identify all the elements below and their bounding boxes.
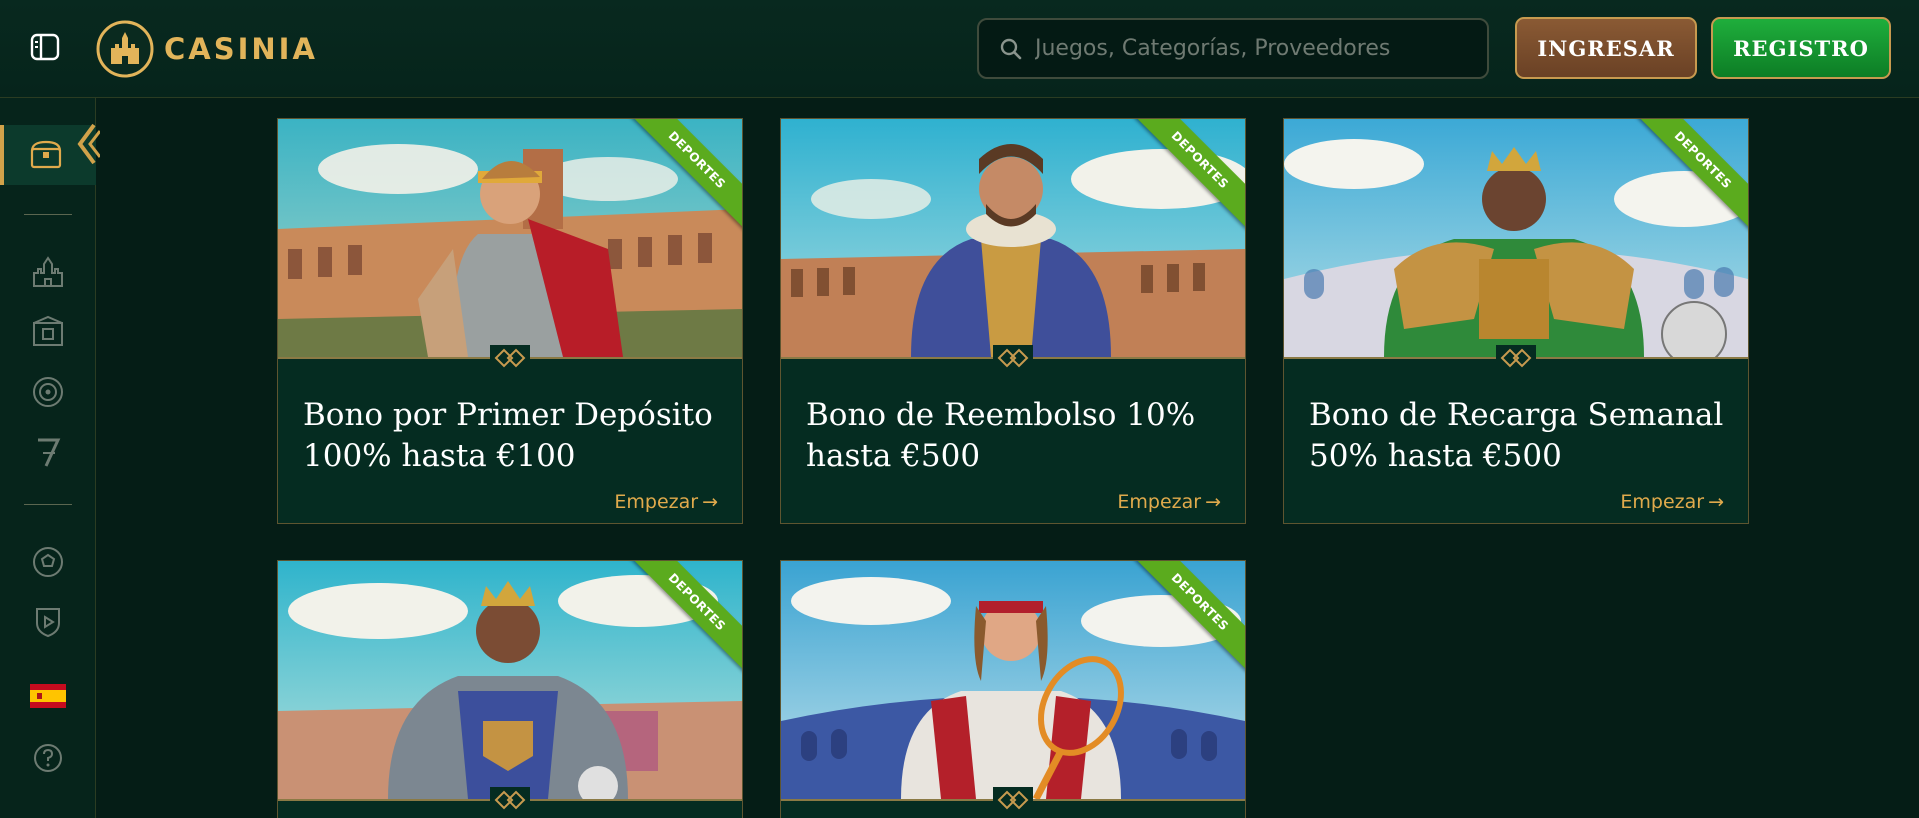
sidebar-item-roulette[interactable] [28,372,68,412]
start-link-label: Empezar [1117,491,1202,513]
sidebar-item-virtual-sports[interactable] [28,602,68,642]
shield-play-icon [36,608,60,638]
start-link[interactable]: Empezar → [1117,491,1221,513]
seven-icon [38,438,61,467]
promo-card[interactable]: DEPORTES [277,560,743,818]
start-link-label: Empezar [614,491,699,513]
brand-logo[interactable]: CASINIA [96,20,318,78]
promo-title: Bono por Primer Depósito 100% hasta €100 [303,397,713,474]
diamond-ornament-icon [993,787,1033,813]
search-icon [1000,38,1022,59]
sidebar-item-help[interactable] [28,738,68,778]
diamond-ornament-icon [1496,345,1536,371]
castle-icon [33,256,63,287]
top-header: CASINIA INGRESAR REGISTRO [0,0,1919,98]
register-button[interactable]: REGISTRO [1711,17,1891,79]
sidebar-item-language[interactable] [28,676,68,716]
collapse-sidebar-icon[interactable] [74,121,100,167]
question-icon [34,744,62,772]
diamond-ornament-icon [490,345,530,371]
promo-title: Bono de Recarga Semanal 50% hasta €500 [1309,397,1724,474]
arrow-right-icon: → [1708,491,1724,513]
sidebar-toggle-icon[interactable] [30,32,60,62]
login-button[interactable]: INGRESAR [1515,17,1697,79]
treasure-chest-icon [30,140,62,169]
start-link-label: Empezar [1620,491,1705,513]
sidebar [0,98,100,818]
sidebar-item-sports[interactable] [28,542,68,582]
promo-card[interactable]: DEPORTES [780,560,1246,818]
promo-card[interactable]: DEPORTES Bono de Reembolso 10% hasta €50… [780,118,1246,524]
promo-card[interactable]: DEPORTES Bono por Primer Depósito 100% h… [277,118,743,524]
sidebar-divider [24,214,72,215]
promo-title: Bono de Reembolso 10% hasta €500 [806,397,1196,474]
brand-name: CASINIA [164,32,318,66]
start-link[interactable]: Empezar → [1620,491,1724,513]
roulette-icon [33,377,63,407]
arrow-right-icon: → [1205,491,1221,513]
castle-logo-icon [96,20,154,78]
search-input[interactable] [1035,36,1475,61]
diamond-ornament-icon [993,345,1033,371]
diamond-ornament-icon [490,787,530,813]
sidebar-item-casino[interactable] [28,252,68,292]
soccer-ball-icon [33,547,63,577]
start-link[interactable]: Empezar → [614,491,718,513]
sidebar-divider [24,504,72,505]
sidebar-item-slots[interactable] [28,432,68,472]
search-box[interactable] [977,18,1489,79]
arrow-right-icon: → [702,491,718,513]
promo-card[interactable]: DEPORTES Bono de Recarga Semanal 50% has… [1283,118,1749,524]
theater-icon [33,315,63,346]
sidebar-item-live-casino[interactable] [28,312,68,352]
spain-flag-icon [30,684,66,708]
